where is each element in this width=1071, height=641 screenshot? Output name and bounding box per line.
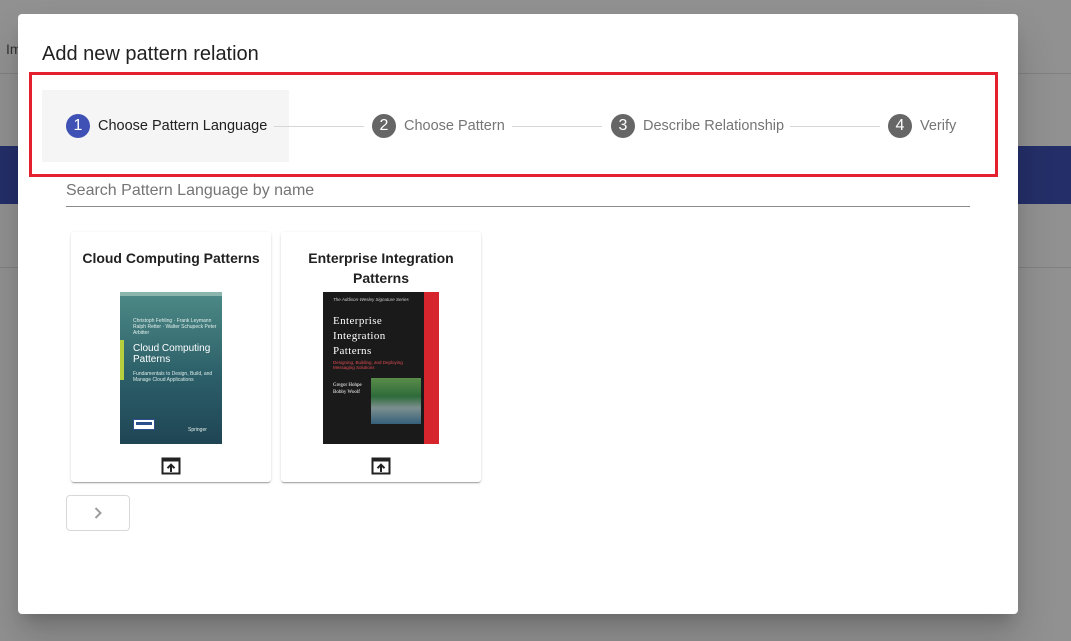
step-number-badge: 2 [372, 114, 396, 138]
search-field [66, 182, 970, 207]
step-describe-relationship[interactable]: 3 Describe Relationship [611, 90, 784, 162]
cover-photo [371, 378, 421, 424]
step-connector [274, 126, 364, 127]
step-label: Describe Relationship [643, 118, 785, 134]
cover-author: Gregor Hohpe [333, 383, 362, 388]
step-number-badge: 4 [888, 114, 912, 138]
cover-authors: Christoph Fehling · Frank Leymann Ralph … [133, 318, 217, 336]
step-connector [512, 126, 602, 127]
step-verify[interactable]: 4 Verify [888, 90, 956, 162]
search-input[interactable] [66, 182, 970, 200]
cover-author: Bobby Woolf [333, 390, 360, 395]
pattern-language-card[interactable]: Enterprise Integration Patterns The Addi… [281, 232, 481, 482]
cover-title-line: Patterns [333, 345, 372, 357]
cover-title: Cloud Computing Patterns [133, 343, 211, 365]
dialog-title: Add new pattern relation [42, 43, 259, 65]
step-number-badge: 3 [611, 114, 635, 138]
step-choose-pattern[interactable]: 2 Choose Pattern [372, 90, 505, 162]
book-cover-image: The Addison-Wesley Signature Series Ente… [323, 292, 439, 444]
cover-series: The Addison-Wesley Signature Series [333, 297, 409, 302]
cover-top-band [120, 292, 222, 296]
stepper: 1 Choose Pattern Language 2 Choose Patte… [42, 90, 976, 162]
next-button[interactable] [66, 495, 130, 531]
step-label: Verify [920, 118, 957, 134]
cover-publisher: Springer [188, 427, 207, 433]
add-pattern-relation-dialog: Add new pattern relation 1 Choose Patter… [18, 14, 1018, 614]
cover-title-line: Enterprise [333, 315, 383, 327]
card-title: Enterprise Integration Patterns [308, 250, 454, 286]
cover-title-line: Integration [333, 330, 386, 342]
step-number-badge: 1 [66, 114, 90, 138]
cover-title: Enterprise Integration Patterns [333, 314, 386, 359]
chevron-right-icon [94, 507, 102, 519]
cover-subtitle: Fundamentals to Design, Build, and Manag… [133, 371, 213, 383]
cover-extra-badge [133, 419, 155, 430]
cover-subtitle: Designing, Building, and Deploying Messa… [333, 360, 403, 370]
step-connector [790, 126, 880, 127]
open-in-new-icon[interactable] [161, 457, 181, 475]
cover-authors: Gregor Hohpe Bobby Woolf [333, 382, 362, 396]
card-title: Cloud Computing Patterns [82, 250, 260, 266]
book-cover-image: Christoph Fehling · Frank Leymann Ralph … [120, 292, 222, 444]
open-in-new-icon[interactable] [371, 457, 391, 475]
step-label: Choose Pattern [404, 118, 505, 134]
cover-red-bar [424, 292, 439, 444]
step-choose-pattern-language[interactable]: 1 Choose Pattern Language [42, 90, 289, 162]
cover-accent-stripe [120, 340, 124, 380]
step-label: Choose Pattern Language [98, 118, 268, 134]
pattern-language-card[interactable]: Cloud Computing Patterns Christoph Fehli… [71, 232, 271, 482]
